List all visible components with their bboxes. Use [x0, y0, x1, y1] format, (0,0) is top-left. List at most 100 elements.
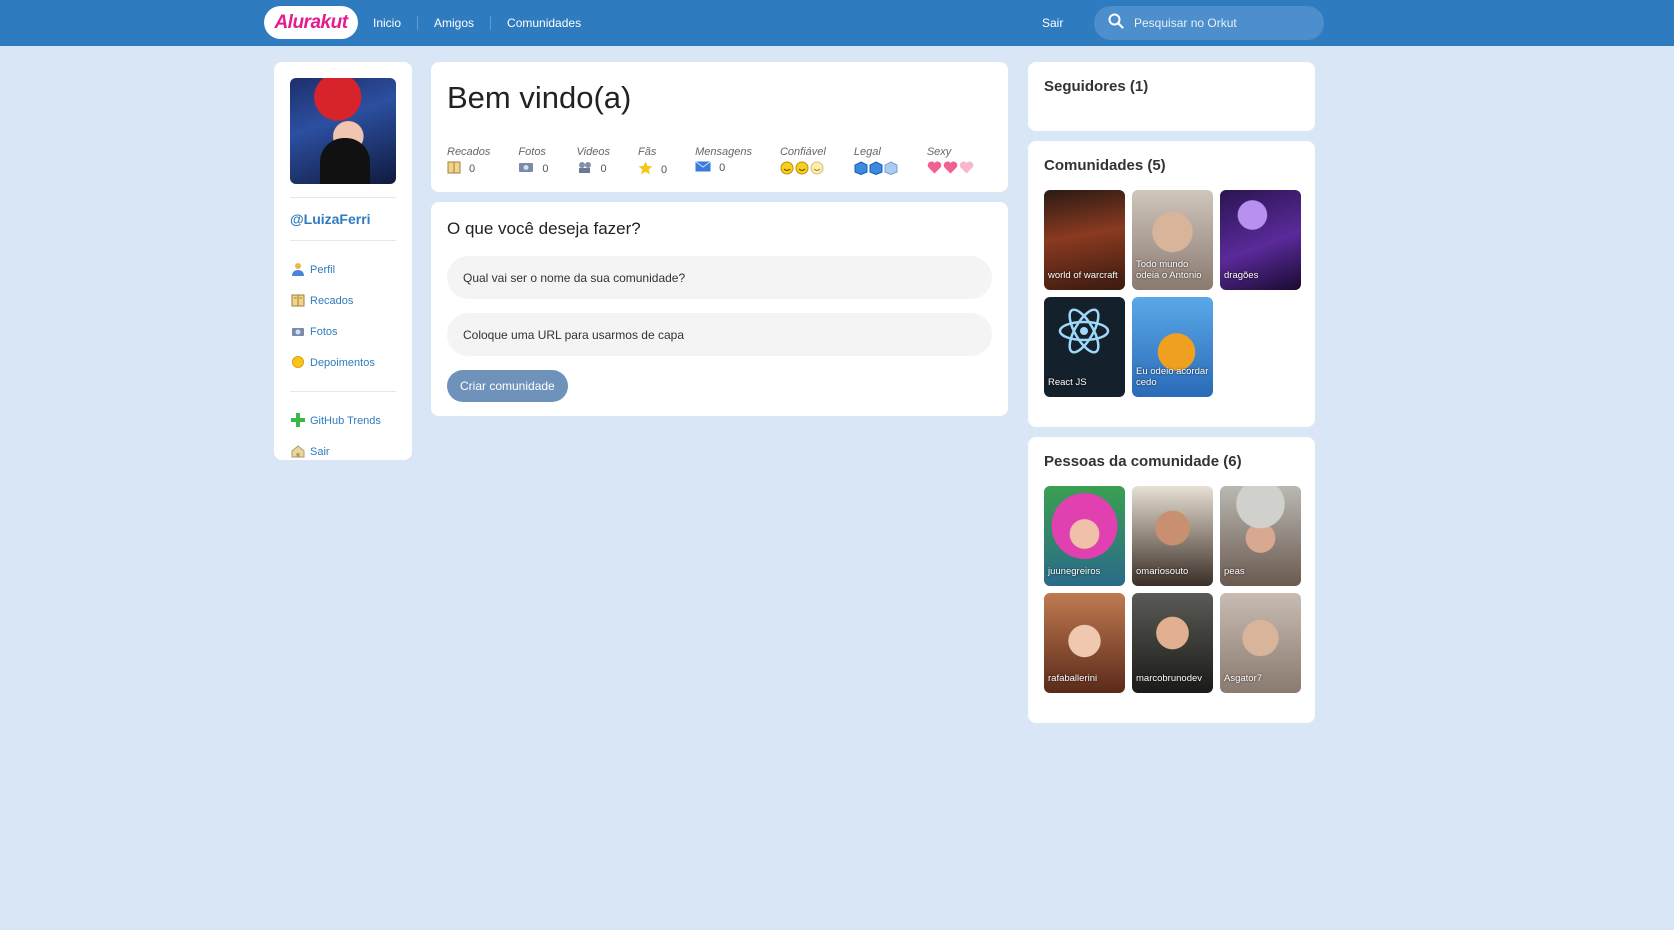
community-tile[interactable]: Todo mundo odeia o Antonio [1132, 190, 1213, 290]
rating-label: Sexy [926, 146, 952, 158]
community-name-input[interactable] [447, 256, 992, 299]
person-tile[interactable]: rafaballerini [1044, 593, 1125, 693]
stat-mensagens[interactable]: Mensagens 0 [695, 146, 752, 178]
main-nav: Inicio Amigos Comunidades [357, 0, 597, 46]
camera-icon [290, 324, 305, 339]
mail-icon [695, 161, 711, 175]
stat-value: 0 [719, 162, 726, 174]
person-tile[interactable]: omariosouto [1132, 486, 1213, 586]
community-people-box: Pessoas da comunidade (6) juunegreiros o… [1028, 437, 1315, 723]
stat-value: 0 [600, 163, 607, 175]
book-icon [290, 293, 305, 308]
sidebar-item-github-trends[interactable]: GitHub Trends [290, 405, 396, 436]
create-community-button[interactable]: Criar comunidade [447, 370, 568, 402]
community-name: world of warcraft [1048, 270, 1118, 281]
alurakut-logo[interactable]: Alurakut [264, 6, 358, 39]
person-name: peas [1224, 566, 1245, 577]
person-tile[interactable]: peas [1220, 486, 1301, 586]
profile-username[interactable]: @LuizaFerri [290, 211, 396, 227]
star-icon [638, 161, 653, 178]
header-actions: Sair [1026, 0, 1079, 46]
rating-confiavel[interactable]: Confiável [780, 146, 826, 178]
stat-label: Fotos [518, 146, 546, 158]
smiley-icon [810, 161, 824, 178]
heart-icon [943, 161, 958, 177]
logo-text: Alurakut [274, 11, 348, 33]
stat-value: 0 [469, 163, 476, 175]
heart-icon [959, 161, 974, 177]
search-box [1094, 6, 1324, 40]
community-tile[interactable]: dragões [1220, 190, 1301, 290]
ice-cube-icon [869, 161, 883, 178]
search-icon[interactable] [1108, 13, 1124, 34]
community-tile[interactable]: world of warcraft [1044, 190, 1125, 290]
sun-icon [290, 355, 305, 370]
sidebar-item-label: Fotos [310, 325, 338, 338]
communities-grid: world of warcraft Todo mundo odeia o Ant… [1044, 190, 1301, 397]
smiley-icon [780, 161, 794, 178]
sidebar-item-label: GitHub Trends [310, 414, 381, 427]
person-name: omariosouto [1136, 566, 1189, 577]
sidebar-item-label: Recados [310, 294, 354, 307]
react-logo-icon [1058, 308, 1110, 354]
stat-label: Recados [447, 146, 491, 158]
divider [290, 197, 396, 198]
community-name: Eu odeio acordar cedo [1136, 366, 1209, 388]
sidebar-item-fotos[interactable]: Fotos [290, 316, 396, 347]
nav-amigos[interactable]: Amigos [417, 16, 490, 30]
form-title: O que você deseja fazer? [447, 219, 641, 238]
welcome-title: Bem vindo(a) [447, 80, 632, 115]
sidebar-item-label: Sair [310, 445, 330, 458]
stat-recados[interactable]: Recados 0 [447, 146, 490, 178]
stat-value: 0 [660, 163, 668, 176]
stat-value: 0 [542, 162, 549, 175]
rating-sexy[interactable]: Sexy [927, 146, 975, 178]
stat-label: Fãs [637, 146, 657, 158]
welcome-panel: Bem vindo(a) Recados 0 Fotos 0 Videos 0 … [431, 62, 1008, 192]
search-input[interactable] [1134, 16, 1314, 30]
person-name: marcobrunodev [1136, 673, 1203, 684]
community-tile[interactable]: Eu odeio acordar cedo [1132, 297, 1213, 397]
communities-box: Comunidades (5) world of warcraft Todo m… [1028, 141, 1315, 427]
person-name: juunegreiros [1048, 566, 1101, 577]
stat-fas[interactable]: Fãs 0 [638, 146, 667, 178]
community-name: React JS [1048, 377, 1087, 388]
logout-icon [290, 444, 305, 459]
camera-icon [518, 161, 534, 176]
sidebar-item-label: Perfil [310, 263, 336, 276]
profile-stats: Recados 0 Fotos 0 Videos 0 Fãs 0 Mensage… [447, 146, 1003, 178]
community-tile[interactable]: React JS [1044, 297, 1125, 397]
communities-title: Comunidades (5) [1044, 157, 1166, 174]
person-tile[interactable]: juunegreiros [1044, 486, 1125, 586]
rating-legal[interactable]: Legal [854, 146, 899, 178]
video-icon [577, 161, 593, 177]
stat-fotos[interactable]: Fotos 0 [518, 146, 548, 178]
logout-link[interactable]: Sair [1026, 16, 1079, 30]
person-tile[interactable]: marcobrunodev [1132, 593, 1213, 693]
sidebar-item-sair[interactable]: Sair [290, 436, 396, 467]
ice-cube-icon [884, 161, 898, 178]
community-name: Todo mundo odeia o Antonio [1136, 259, 1202, 281]
nav-comunidades[interactable]: Comunidades [490, 16, 597, 30]
community-image-url-input[interactable] [447, 313, 992, 356]
sidebar-item-perfil[interactable]: Perfil [290, 254, 396, 285]
divider [290, 240, 396, 241]
smiley-icon [795, 161, 809, 178]
nav-inicio[interactable]: Inicio [357, 16, 417, 30]
rating-label: Legal [853, 146, 881, 158]
profile-sidebar: @LuizaFerri Perfil Recados Fotos Depoime… [274, 62, 412, 460]
person-tile[interactable]: Asgator7 [1220, 593, 1301, 693]
ice-cube-icon [854, 161, 868, 178]
rating-label: Confiável [779, 146, 826, 158]
user-icon [290, 262, 305, 277]
sidebar-item-depoimentos[interactable]: Depoimentos [290, 347, 396, 378]
create-community-panel: O que você deseja fazer? Criar comunidad… [431, 202, 1008, 416]
profile-avatar[interactable] [290, 78, 396, 184]
sidebar-item-recados[interactable]: Recados [290, 285, 396, 316]
followers-box: Seguidores (1) [1028, 62, 1315, 131]
sidebar-item-label: Depoimentos [310, 356, 375, 369]
stat-videos[interactable]: Videos 0 [577, 146, 610, 178]
top-bar: Alurakut Inicio Amigos Comunidades Sair [0, 0, 1674, 46]
plus-icon [290, 413, 305, 428]
person-name: rafaballerini [1048, 673, 1098, 684]
